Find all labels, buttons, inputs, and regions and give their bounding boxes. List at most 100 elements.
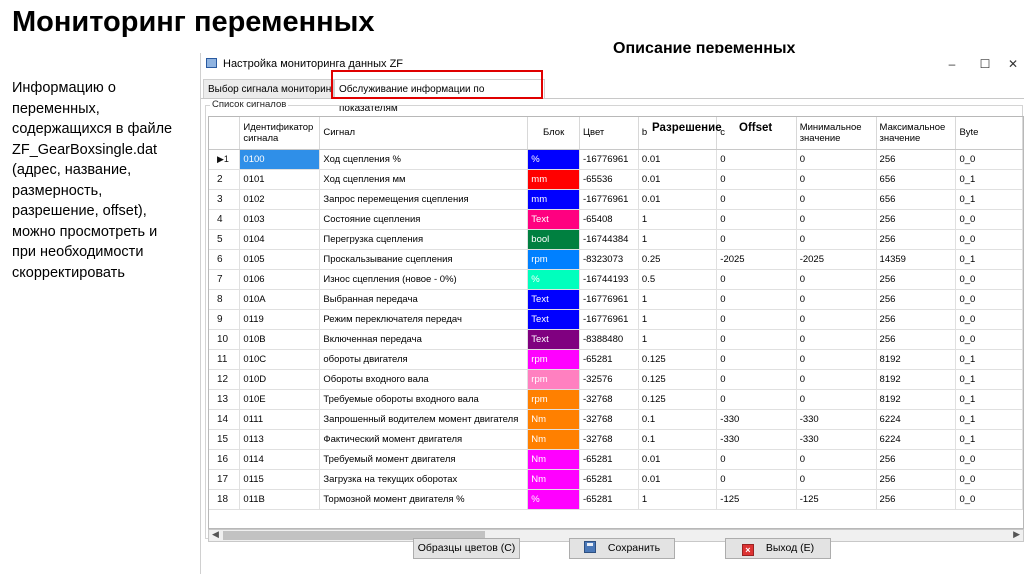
row-number[interactable]: ▶1 [209,149,241,170]
signal-name-cell[interactable]: Перегрузка сцепления [319,229,529,250]
max-cell[interactable]: 256 [876,289,957,310]
signal-name-cell[interactable]: Тормозной момент двигателя % [319,489,529,510]
row-number[interactable]: 7 [209,269,241,290]
tab-signal-selection[interactable]: Выбор сигнала мониторинга [203,79,334,98]
min-cell[interactable]: -125 [796,489,877,510]
color-value-cell[interactable]: -65536 [579,169,639,190]
byte-cell[interactable]: 0_0 [955,309,1023,330]
table-row[interactable]: 18 011B Тормозной момент двигателя %% -6528… [209,489,1023,510]
b-cell[interactable]: 1 [638,329,718,350]
color-value-cell[interactable]: -16744193 [579,269,639,290]
max-cell[interactable]: 8192 [876,369,957,390]
unit-cell[interactable]: bool [527,229,580,250]
byte-cell[interactable]: 0_0 [955,229,1023,250]
color-value-cell[interactable]: -65281 [579,349,639,370]
byte-cell[interactable]: 0_0 [955,269,1023,290]
col-header-color[interactable]: Цвет [579,117,639,150]
row-number[interactable]: 18 [209,489,241,510]
byte-cell[interactable]: 0_0 [955,289,1023,310]
unit-cell[interactable]: rpm [527,369,580,390]
color-value-cell[interactable]: -32576 [579,369,639,390]
color-value-cell[interactable]: -16776961 [579,189,639,210]
table-row[interactable]: 11 010C обороты двигателя rpm -65281 0.125 0 0 8… [209,349,1023,370]
min-cell[interactable]: 0 [796,449,877,470]
max-cell[interactable]: 256 [876,209,957,230]
byte-cell[interactable]: 0_0 [955,449,1023,470]
table-row[interactable]: 6 0105 Проскальзывание сцепления rpm -832307… [209,249,1023,270]
byte-cell[interactable]: 0_1 [955,189,1023,210]
col-header-unit[interactable]: Блок [527,117,580,150]
unit-cell[interactable]: Nm [527,469,580,490]
color-samples-button[interactable]: Образцы цветов (C) [413,538,520,559]
min-cell[interactable]: 0 [796,289,877,310]
signal-id-cell[interactable]: 0106 [239,269,321,290]
color-value-cell[interactable]: -16776961 [579,149,639,170]
c-cell[interactable]: 0 [716,269,797,290]
max-cell[interactable]: 6224 [876,429,957,450]
signal-name-cell[interactable]: Износ сцепления (новое - 0%) [319,269,529,290]
signal-id-cell[interactable]: 010D [239,369,321,390]
byte-cell[interactable]: 0_1 [955,349,1023,370]
unit-cell[interactable]: % [527,149,580,170]
signal-name-cell[interactable]: Требуемый момент двигателя [319,449,529,470]
signal-name-cell[interactable]: Запрос перемещения сцепления [319,189,529,210]
max-cell[interactable]: 256 [876,449,957,470]
c-cell[interactable]: -2025 [716,249,797,270]
table-row[interactable]: ▶1 0100 Ход сцепления %% -16776961 0.01 0 0 256… [209,149,1023,170]
unit-cell[interactable]: % [527,269,580,290]
max-cell[interactable]: 256 [876,149,957,170]
color-value-cell[interactable]: -8388480 [579,329,639,350]
min-cell[interactable]: 0 [796,169,877,190]
signal-id-cell[interactable]: 010A [239,289,321,310]
b-cell[interactable]: 0.25 [638,249,718,270]
max-cell[interactable]: 656 [876,189,957,210]
color-value-cell[interactable]: -32768 [579,389,639,410]
c-cell[interactable]: -125 [716,489,797,510]
color-value-cell[interactable]: -32768 [579,429,639,450]
signal-name-cell[interactable]: Состояние сцепления [319,209,529,230]
minimize-button[interactable]: – [943,55,961,73]
signal-id-cell[interactable]: 0100 [239,149,321,170]
unit-cell[interactable]: Nm [527,429,580,450]
signal-name-cell[interactable]: Требуемые обороты входного вала [319,389,529,410]
byte-cell[interactable]: 0_1 [955,409,1023,430]
min-cell[interactable]: 0 [796,469,877,490]
row-number[interactable]: 12 [209,369,241,390]
b-cell[interactable]: 0.01 [638,469,718,490]
byte-cell[interactable]: 0_1 [955,369,1023,390]
max-cell[interactable]: 256 [876,329,957,350]
table-row[interactable]: 2 0101 Ход сцепления мм mm -65536 0.01 0 0 656 0_… [209,169,1023,190]
b-cell[interactable]: 0.5 [638,269,718,290]
min-cell[interactable]: 0 [796,229,877,250]
color-value-cell[interactable]: -65281 [579,469,639,490]
min-cell[interactable]: 0 [796,389,877,410]
signal-id-cell[interactable]: 0105 [239,249,321,270]
c-cell[interactable]: 0 [716,209,797,230]
min-cell[interactable]: 0 [796,189,877,210]
row-number[interactable]: 16 [209,449,241,470]
signal-name-cell[interactable]: Ход сцепления мм [319,169,529,190]
table-row[interactable]: 16 0114 Требуемый момент двигателя Nm -65281… [209,449,1023,470]
color-value-cell[interactable]: -16776961 [579,289,639,310]
table-row[interactable]: 7 0106 Износ сцепления (новое - 0%)% -16744… [209,269,1023,290]
b-cell[interactable]: 0.125 [638,369,718,390]
min-cell[interactable]: 0 [796,269,877,290]
color-value-cell[interactable]: -65408 [579,209,639,230]
table-row[interactable]: 17 0115 Загрузка на текущих оборотах Nm -652… [209,469,1023,490]
signal-id-cell[interactable]: 010B [239,329,321,350]
c-cell[interactable]: 0 [716,289,797,310]
c-cell[interactable]: 0 [716,189,797,210]
row-number[interactable]: 15 [209,429,241,450]
byte-cell[interactable]: 0_0 [955,209,1023,230]
min-cell[interactable]: 0 [796,149,877,170]
col-header-min[interactable]: Минимальное значение [796,117,877,150]
row-number[interactable]: 14 [209,409,241,430]
row-number[interactable]: 5 [209,229,241,250]
col-header-index[interactable] [209,117,241,150]
signal-id-cell[interactable]: 0115 [239,469,321,490]
b-cell[interactable]: 1 [638,209,718,230]
b-cell[interactable]: 0.125 [638,389,718,410]
table-row[interactable]: 9 0119 Режим переключателя передач Text -167… [209,309,1023,330]
maximize-button[interactable]: ☐ [976,55,994,73]
signal-id-cell[interactable]: 0119 [239,309,321,330]
